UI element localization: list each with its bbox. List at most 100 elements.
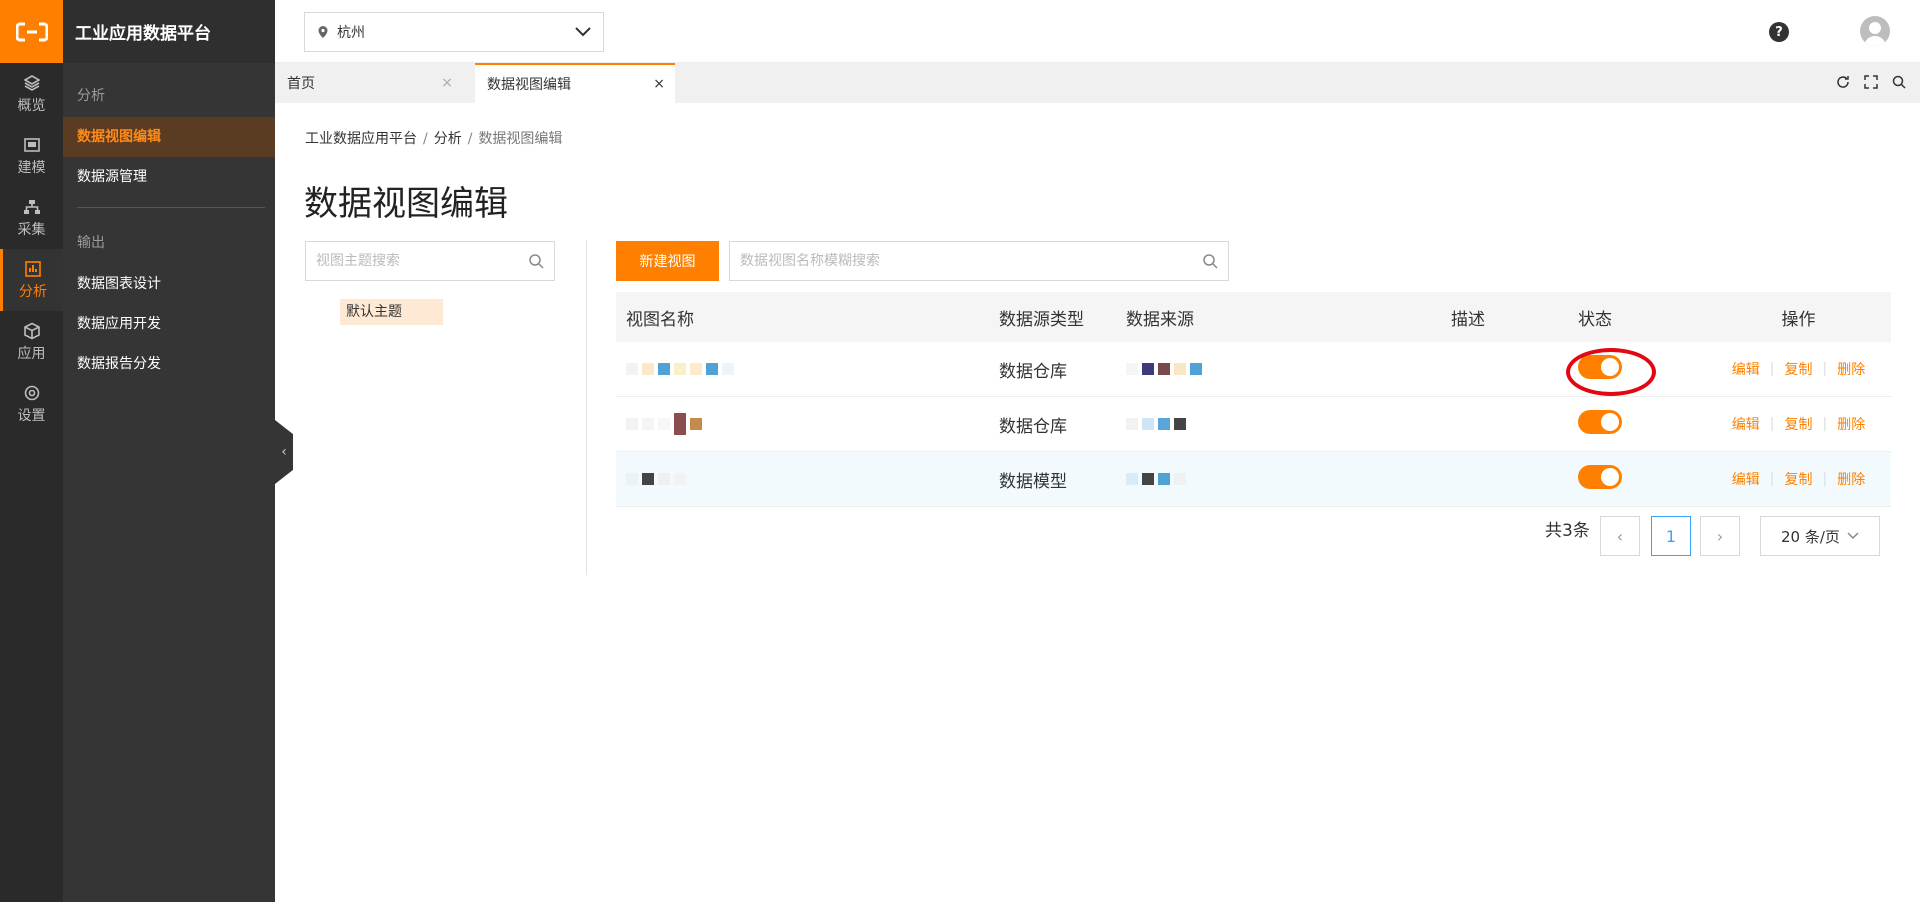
panel-item-datasource[interactable]: 数据源管理 bbox=[63, 157, 275, 197]
user-icon bbox=[1864, 22, 1886, 46]
row-actions: 编辑 | 复制 | 删除 bbox=[1731, 414, 1866, 434]
rail-item-modeling[interactable]: 建模 bbox=[0, 125, 63, 187]
panel-item-chart-design[interactable]: 数据图表设计 bbox=[63, 264, 275, 304]
pager-prev-button[interactable]: ‹ bbox=[1600, 516, 1640, 556]
source-redacted bbox=[1126, 363, 1451, 375]
col-desc: 描述 bbox=[1451, 309, 1485, 330]
theme-item-default[interactable]: 默认主题 bbox=[340, 299, 443, 325]
copy-link[interactable]: 复制 bbox=[1785, 359, 1813, 379]
view-name-redacted[interactable] bbox=[616, 473, 999, 485]
chevron-left-icon: ‹ bbox=[281, 444, 287, 460]
avatar[interactable] bbox=[1860, 16, 1890, 46]
location-pin-icon bbox=[318, 26, 328, 38]
app-title: 工业应用数据平台 bbox=[63, 0, 275, 63]
delete-link[interactable]: 删除 bbox=[1837, 359, 1865, 379]
highlight-annotation bbox=[1566, 348, 1656, 396]
top-bar: 杭州 ? bbox=[275, 0, 1920, 63]
pager-page-current[interactable]: 1 bbox=[1651, 516, 1691, 556]
breadcrumb-root[interactable]: 工业数据应用平台 bbox=[305, 131, 417, 147]
view-name-redacted[interactable] bbox=[616, 363, 999, 375]
pager-next-button[interactable]: › bbox=[1700, 516, 1740, 556]
status-cell bbox=[1578, 409, 1706, 439]
gear-icon bbox=[24, 385, 39, 400]
logo-icon bbox=[15, 22, 48, 41]
rail-item-settings[interactable]: 设置 bbox=[0, 373, 63, 435]
rail-item-overview[interactable]: 概览 bbox=[0, 63, 63, 125]
panel-item-app-dev[interactable]: 数据应用开发 bbox=[63, 304, 275, 344]
fullscreen-icon[interactable] bbox=[1864, 75, 1878, 89]
tab-view-edit[interactable]: 数据视图编辑 × bbox=[475, 63, 675, 103]
source-type: 数据仓库 bbox=[999, 361, 1067, 382]
copy-link[interactable]: 复制 bbox=[1785, 414, 1813, 434]
table-header: 视图名称 数据源类型 数据来源 描述 状态 操作 bbox=[616, 292, 1891, 342]
tab-home[interactable]: 首页 × bbox=[275, 63, 463, 103]
col-status: 状态 bbox=[1578, 309, 1612, 330]
logo[interactable] bbox=[0, 0, 63, 63]
copy-link[interactable]: 复制 bbox=[1785, 469, 1813, 489]
rail-item-apps[interactable]: 应用 bbox=[0, 311, 63, 373]
panel-item-view-edit[interactable]: 数据视图编辑 bbox=[63, 117, 275, 157]
status-cell bbox=[1578, 464, 1706, 494]
refresh-icon[interactable] bbox=[1836, 75, 1850, 89]
pager-total: 共3条 bbox=[1545, 521, 1590, 541]
theme-search-box bbox=[305, 241, 555, 281]
table-row: 数据模型 编辑 | 复制 | 删除 bbox=[616, 452, 1891, 507]
bar-chart-icon bbox=[25, 260, 41, 277]
chevron-left-icon: ‹ bbox=[1616, 526, 1624, 546]
help-icon[interactable]: ? bbox=[1769, 22, 1789, 42]
view-name-redacted[interactable] bbox=[616, 413, 999, 435]
theme-search-input[interactable] bbox=[316, 253, 528, 269]
rail-label: 应用 bbox=[17, 345, 46, 362]
table-row: 数据仓库 编辑 | 复制 | 删除 bbox=[616, 397, 1891, 452]
dashboard-icon bbox=[23, 137, 40, 152]
divider bbox=[586, 240, 587, 575]
breadcrumb: 工业数据应用平台 / 分析 / 数据视图编辑 bbox=[305, 131, 563, 147]
chevron-down-icon bbox=[1847, 532, 1859, 540]
delete-link[interactable]: 删除 bbox=[1837, 469, 1865, 489]
view-search-box bbox=[729, 241, 1229, 281]
page-size-select[interactable]: 20 条/页 bbox=[1760, 516, 1880, 556]
rail-label: 概览 bbox=[17, 97, 46, 114]
view-table: 视图名称 数据源类型 数据来源 描述 状态 操作 数据仓库 编辑 | 复制 | 删除… bbox=[616, 292, 1891, 507]
row-actions: 编辑 | 复制 | 删除 bbox=[1731, 359, 1866, 379]
table-row: 数据仓库 编辑 | 复制 | 删除 bbox=[616, 342, 1891, 397]
close-icon[interactable]: × bbox=[653, 76, 665, 92]
layers-icon bbox=[22, 74, 41, 91]
breadcrumb-current: 数据视图编辑 bbox=[478, 131, 563, 147]
breadcrumb-analysis[interactable]: 分析 bbox=[434, 131, 462, 147]
rail-label: 分析 bbox=[19, 283, 47, 300]
city-select[interactable]: 杭州 bbox=[304, 12, 604, 52]
rail-item-collect[interactable]: 采集 bbox=[0, 187, 63, 249]
edit-link[interactable]: 编辑 bbox=[1732, 414, 1760, 434]
row-actions: 编辑 | 复制 | 删除 bbox=[1731, 469, 1866, 489]
cube-icon bbox=[23, 322, 40, 339]
view-search-input[interactable] bbox=[740, 253, 1202, 269]
source-type: 数据模型 bbox=[999, 471, 1067, 492]
source-redacted bbox=[1126, 473, 1451, 485]
search-icon[interactable] bbox=[1892, 75, 1906, 89]
status-toggle[interactable] bbox=[1578, 464, 1622, 489]
chevron-right-icon: › bbox=[1716, 526, 1724, 546]
search-icon[interactable] bbox=[1202, 253, 1218, 269]
close-icon[interactable]: × bbox=[441, 75, 453, 91]
city-value: 杭州 bbox=[337, 25, 365, 41]
status-toggle[interactable] bbox=[1578, 409, 1622, 434]
panel-group-analysis: 分析 bbox=[77, 88, 105, 104]
new-view-button[interactable]: 新建视图 bbox=[616, 241, 719, 281]
side-panel: 工业应用数据平台 分析 数据视图编辑 数据源管理 输出 数据图表设计 数据应用开… bbox=[63, 0, 275, 902]
tab-tools bbox=[1836, 75, 1906, 89]
col-type: 数据源类型 bbox=[999, 309, 1084, 330]
edit-link[interactable]: 编辑 bbox=[1732, 359, 1760, 379]
col-source: 数据来源 bbox=[1126, 309, 1194, 330]
rail-item-analysis[interactable]: 分析 bbox=[0, 249, 63, 311]
search-icon[interactable] bbox=[528, 253, 544, 269]
collapse-handle[interactable]: ‹ bbox=[275, 420, 293, 484]
tab-label: 数据视图编辑 bbox=[487, 77, 571, 93]
icon-rail: 概览 建模 采集 分析 应用 设置 bbox=[0, 0, 63, 902]
panel-group-output: 输出 bbox=[77, 235, 105, 251]
panel-divider bbox=[77, 207, 265, 208]
edit-link[interactable]: 编辑 bbox=[1732, 469, 1760, 489]
panel-item-report[interactable]: 数据报告分发 bbox=[63, 344, 275, 384]
chevron-down-icon bbox=[575, 27, 591, 37]
delete-link[interactable]: 删除 bbox=[1837, 414, 1865, 434]
